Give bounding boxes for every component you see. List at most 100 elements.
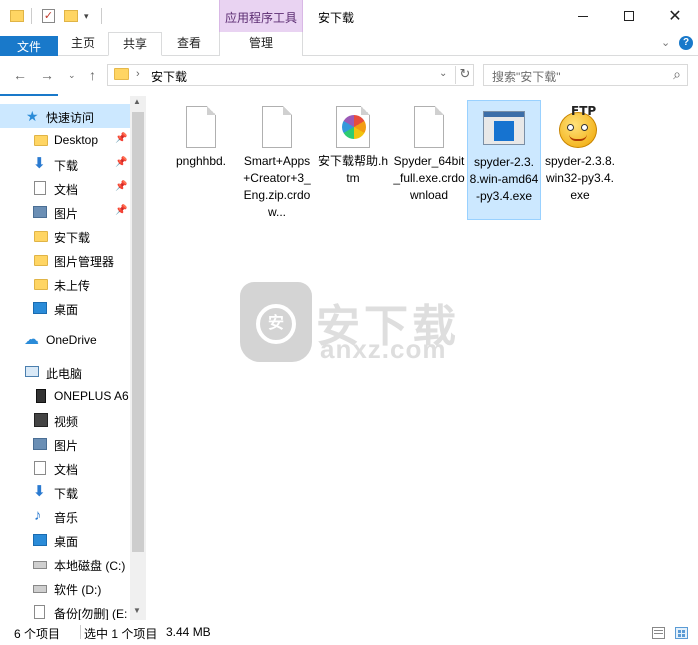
- up-arrow-icon[interactable]: ↑: [89, 67, 96, 83]
- large-icons-view-icon[interactable]: [675, 627, 688, 639]
- blank-file-icon: [186, 106, 216, 148]
- file-item[interactable]: Smart+Apps+Creator+3_Eng.zip.crdow...: [240, 100, 314, 220]
- scroll-up-icon[interactable]: ▲: [133, 97, 141, 106]
- customize-toolbar-icon[interactable]: ▾: [84, 7, 102, 25]
- file-name: Smart+Apps+Creator+3_Eng.zip.crdow...: [243, 154, 311, 219]
- ftp-smiley-icon: FTP: [557, 104, 603, 150]
- title-bar: ✓ ▾ 应用程序工具 安下载 ✕: [0, 0, 698, 32]
- pin-icon: 📌: [115, 181, 128, 192]
- download-arrow-icon: ⬇: [33, 155, 46, 172]
- refresh-icon[interactable]: ↻: [455, 66, 474, 84]
- tab-view[interactable]: 查看: [162, 32, 216, 56]
- properties-icon[interactable]: ✓: [40, 7, 58, 25]
- breadcrumb[interactable]: 安下载: [151, 68, 187, 85]
- tab-share[interactable]: 共享: [108, 32, 162, 56]
- music-note-icon: ♪: [34, 507, 42, 524]
- nav-label: 文档: [54, 183, 79, 197]
- status-bar: 6 个项目 选中 1 个项目 3.44 MB: [0, 621, 698, 645]
- chevron-right-icon[interactable]: ›: [136, 68, 140, 80]
- nav-quick-access[interactable]: ★ 快速访问: [0, 104, 132, 128]
- recent-locations-icon[interactable]: ⌄: [68, 70, 76, 81]
- computer-icon: [25, 366, 39, 377]
- chevron-down-icon[interactable]: ⌄: [439, 68, 447, 79]
- nav-label: 图片管理器: [54, 255, 115, 269]
- nav-pc-documents[interactable]: 文档: [0, 456, 132, 480]
- expand-ribbon-icon[interactable]: ⌄: [661, 36, 670, 49]
- scrollbar-thumb[interactable]: [132, 112, 144, 552]
- folder-icon: [34, 135, 48, 146]
- folder-icon: [34, 231, 48, 242]
- address-bar[interactable]: › 安下载 ⌄ ↻: [107, 64, 474, 86]
- nav-pc-drive-c[interactable]: 本地磁盘 (C:): [0, 552, 132, 576]
- file-item[interactable]: Spyder_64bit_full.exe.crdownload: [392, 100, 466, 220]
- document-icon: [34, 461, 46, 475]
- selection-count: 选中 1 个项目: [84, 627, 158, 641]
- nav-label: 安下载: [54, 231, 91, 245]
- nav-label: 备份[勿删] (E:: [54, 607, 128, 620]
- file-item[interactable]: 安下载帮助.htm: [316, 100, 390, 220]
- nav-pc-pictures[interactable]: 图片: [0, 432, 132, 456]
- nav-item-anxiazai[interactable]: 安下载: [0, 224, 132, 248]
- minimize-button[interactable]: [560, 0, 606, 32]
- maximize-button[interactable]: [606, 0, 652, 32]
- nav-pc-music[interactable]: ♪ 音乐: [0, 504, 132, 528]
- nav-label: 此电脑: [46, 367, 83, 381]
- file-item[interactable]: FTP spyder-2.3.8.win32-py3.4.exe: [543, 100, 617, 220]
- blank-file-icon: [414, 106, 444, 148]
- nav-item-desktop-cn[interactable]: 桌面: [0, 296, 132, 320]
- details-view-icon[interactable]: [652, 627, 665, 639]
- nav-item-pictures[interactable]: 图片 📌: [0, 200, 132, 224]
- nav-onedrive[interactable]: ☁ OneDrive: [0, 328, 132, 352]
- app-window-icon: [483, 111, 525, 145]
- desktop-icon: [33, 302, 47, 314]
- nav-item-downloads[interactable]: ⬇ 下载 📌: [0, 152, 132, 176]
- nav-pc-desktop[interactable]: 桌面: [0, 528, 132, 552]
- back-arrow-icon[interactable]: ←: [13, 67, 27, 83]
- pin-icon: 📌: [115, 157, 128, 168]
- blank-file-icon: [262, 106, 292, 148]
- file-item[interactable]: pnghhbd.: [164, 100, 238, 220]
- watermark-shield-label: 安: [256, 304, 296, 344]
- nav-pc-oneplus[interactable]: ONEPLUS A6: [0, 384, 132, 408]
- nav-pc-drive-e[interactable]: 备份[勿删] (E:: [0, 600, 132, 620]
- file-name: pnghhbd.: [175, 154, 227, 168]
- nav-scrollbar[interactable]: ▲ ▼: [130, 96, 146, 620]
- window-title: 安下载: [318, 11, 355, 25]
- nav-label: 视频: [54, 415, 79, 429]
- search-icon[interactable]: ⌕: [673, 66, 681, 83]
- nav-pc-downloads[interactable]: ⬇ 下载: [0, 480, 132, 504]
- nav-label: 快速访问: [46, 111, 95, 125]
- nav-item-documents[interactable]: 文档 📌: [0, 176, 132, 200]
- forward-arrow-icon[interactable]: →: [40, 67, 54, 83]
- nav-label: 未上传: [54, 279, 91, 293]
- html-file-icon: [336, 106, 370, 148]
- tab-home[interactable]: 主页: [58, 32, 108, 56]
- nav-pc-drive-d[interactable]: 软件 (D:): [0, 576, 132, 600]
- phone-icon: [36, 389, 46, 403]
- nav-item-desktop[interactable]: Desktop 📌: [0, 128, 132, 152]
- nav-label: 文档: [54, 463, 79, 477]
- new-folder-icon[interactable]: [62, 7, 80, 25]
- scroll-down-icon[interactable]: ▼: [133, 606, 141, 615]
- nav-item-not-uploaded[interactable]: 未上传: [0, 272, 132, 296]
- document-icon: [34, 181, 46, 195]
- folder-icon: [114, 68, 129, 80]
- nav-label: 下载: [54, 487, 79, 501]
- file-item-selected[interactable]: spyder-2.3.8.win-amd64-py3.4.exe: [467, 100, 541, 220]
- nav-label: OneDrive: [46, 333, 97, 347]
- selection-size: 3.44 MB: [166, 625, 211, 639]
- file-name: Spyder_64bit_full.exe.crdownload: [393, 154, 465, 202]
- nav-label: 本地磁盘 (C:): [54, 559, 126, 573]
- close-button[interactable]: ✕: [652, 0, 698, 32]
- nav-this-pc[interactable]: 此电脑: [0, 360, 132, 384]
- tab-manage[interactable]: 管理: [219, 32, 303, 56]
- cloud-icon: ☁: [24, 331, 39, 348]
- nav-pc-videos[interactable]: 视频: [0, 408, 132, 432]
- folder-icon[interactable]: [8, 7, 26, 25]
- search-input[interactable]: 搜索"安下载" ⌕: [483, 64, 688, 86]
- divider: [80, 625, 81, 639]
- folder-icon: [34, 279, 48, 290]
- help-icon[interactable]: ?: [679, 36, 693, 50]
- nav-item-image-manager[interactable]: 图片管理器: [0, 248, 132, 272]
- nav-label: 桌面: [54, 535, 79, 549]
